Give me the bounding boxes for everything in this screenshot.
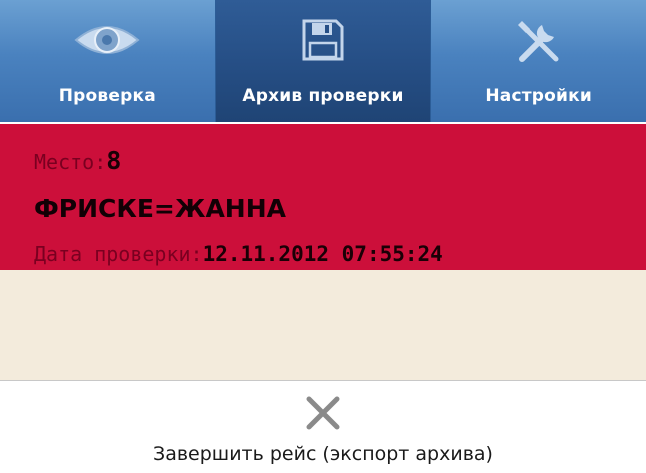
footer-panel: Завершить рейс (экспорт архива) bbox=[0, 380, 646, 473]
floppy-disk-icon bbox=[300, 12, 346, 68]
tab-bar: Проверка Архив проверки Настройки bbox=[0, 0, 646, 124]
record-card[interactable]: Место:8 ФРИСКЕ=ЖАННА Дата проверки:12.11… bbox=[0, 124, 646, 270]
tab-settings[interactable]: Настройки bbox=[431, 0, 646, 122]
date-label: Дата проверки: bbox=[34, 242, 203, 266]
tab-settings-label: Настройки bbox=[485, 86, 592, 106]
finish-trip-button[interactable]: Завершить рейс (экспорт архива) bbox=[0, 381, 646, 473]
finish-trip-label: Завершить рейс (экспорт архива) bbox=[153, 443, 493, 465]
seat-label: Место: bbox=[34, 150, 107, 174]
close-icon bbox=[305, 395, 341, 431]
seat-row: Место:8 bbox=[34, 146, 121, 175]
seat-value: 8 bbox=[106, 146, 122, 175]
tab-check[interactable]: Проверка bbox=[0, 0, 216, 122]
tab-archive-label: Архив проверки bbox=[242, 86, 404, 106]
tab-archive[interactable]: Архив проверки bbox=[215, 0, 432, 122]
date-row: Дата проверки:12.11.2012 07:55:24 bbox=[34, 242, 443, 266]
eye-icon bbox=[72, 12, 142, 68]
passenger-name: ФРИСКЕ=ЖАННА bbox=[34, 194, 286, 223]
date-value: 12.11.2012 07:55:24 bbox=[202, 242, 443, 266]
tools-icon bbox=[514, 12, 564, 68]
empty-list-area bbox=[0, 270, 646, 380]
tab-check-label: Проверка bbox=[58, 86, 156, 106]
